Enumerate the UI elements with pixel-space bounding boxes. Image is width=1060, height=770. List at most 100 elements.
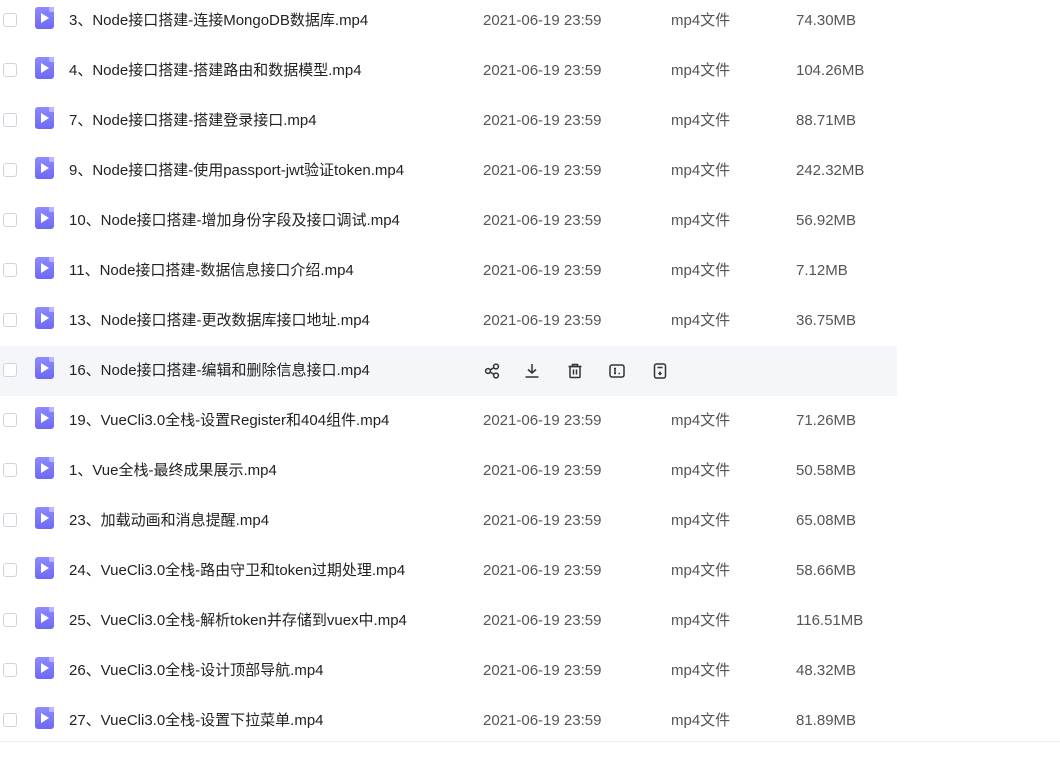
file-row[interactable]: 4、Node接口搭建-搭建路由和数据模型.mp4 2021-06-19 23:59… [0,46,897,96]
rename-icon[interactable] [605,359,629,383]
download-icon[interactable] [520,359,544,383]
row-checkbox[interactable] [3,163,17,177]
file-name[interactable]: 3、Node接口搭建-连接MongoDB数据库.mp4 [69,11,368,31]
video-file-icon [35,157,54,179]
row-checkbox[interactable] [3,563,17,577]
file-type: mp4文件 [671,662,731,679]
move-icon[interactable] [648,359,672,383]
row-checkbox[interactable] [3,263,17,277]
file-type: mp4文件 [671,412,731,429]
row-checkbox[interactable] [3,513,17,527]
video-file-icon [35,507,54,529]
file-row[interactable]: 26、VueCli3.0全栈-设计顶部导航.mp4 2021-06-19 23:5… [0,646,897,696]
file-size: 242.32MB [796,162,865,179]
video-file-icon [35,257,54,279]
file-type: mp4文件 [671,212,731,229]
file-size: 58.66MB [796,562,857,579]
file-row[interactable]: 25、VueCli3.0全栈-解析token并存储到vuex中.mp4 2021-… [0,596,897,646]
row-checkbox[interactable] [3,13,17,27]
row-checkbox[interactable] [3,363,17,377]
file-row[interactable]: 19、VueCli3.0全栈-设置Register和404组件.mp4 2021-… [0,396,897,446]
modified-date: 2021-06-19 23:59 [483,712,602,729]
file-name[interactable]: 23、加载动画和消息提醒.mp4 [69,511,269,531]
row-checkbox[interactable] [3,413,17,427]
file-size: 56.92MB [796,212,857,229]
file-name[interactable]: 27、VueCli3.0全栈-设置下拉菜单.mp4 [69,711,324,731]
row-checkbox[interactable] [3,313,17,327]
file-name[interactable]: 25、VueCli3.0全栈-解析token并存储到vuex中.mp4 [69,611,407,631]
delete-icon[interactable] [563,359,587,383]
file-type: mp4文件 [671,712,731,729]
file-type: mp4文件 [671,512,731,529]
video-file-icon [35,357,54,379]
video-file-icon [35,607,54,629]
file-name[interactable]: 11、Node接口搭建-数据信息接口介绍.mp4 [69,261,354,281]
file-size: 48.32MB [796,662,857,679]
file-list: 3、Node接口搭建-连接MongoDB数据库.mp4 2021-06-19 23… [0,0,1060,770]
modified-date: 2021-06-19 23:59 [483,562,602,579]
file-size: 104.26MB [796,62,865,79]
video-file-icon [35,457,54,479]
modified-date: 2021-06-19 23:59 [483,412,602,429]
modified-date: 2021-06-19 23:59 [483,62,602,79]
file-row[interactable]: 1、Vue全栈-最终成果展示.mp4 2021-06-19 23:59 mp4文件 5… [0,446,897,496]
file-row[interactable]: 13、Node接口搭建-更改数据库接口地址.mp4 2021-06-19 23:5… [0,296,897,346]
video-file-icon [35,57,54,79]
row-checkbox[interactable] [3,713,17,727]
file-name[interactable]: 13、Node接口搭建-更改数据库接口地址.mp4 [69,311,370,331]
file-type: mp4文件 [671,62,731,79]
file-type: mp4文件 [671,162,731,179]
modified-date: 2021-06-19 23:59 [483,262,602,279]
file-row[interactable]: 24、VueCli3.0全栈-路由守卫和token过期处理.mp4 2021-06… [0,546,897,596]
modified-date: 2021-06-19 23:59 [483,162,602,179]
file-type: mp4文件 [671,312,731,329]
file-row[interactable]: 9、Node接口搭建-使用passport-jwt验证token.mp4 2021… [0,146,897,196]
file-size: 7.12MB [796,262,848,279]
file-name[interactable]: 19、VueCli3.0全栈-设置Register和404组件.mp4 [69,411,389,431]
modified-date: 2021-06-19 23:59 [483,212,602,229]
file-size: 74.30MB [796,12,857,29]
video-file-icon [35,707,54,729]
file-size: 88.71MB [796,112,857,129]
row-checkbox[interactable] [3,613,17,627]
video-file-icon [35,307,54,329]
file-name[interactable]: 26、VueCli3.0全栈-设计顶部导航.mp4 [69,661,324,681]
file-size: 36.75MB [796,312,857,329]
row-checkbox[interactable] [3,213,17,227]
modified-date: 2021-06-19 23:59 [483,112,602,129]
file-type: mp4文件 [671,462,731,479]
file-name[interactable]: 24、VueCli3.0全栈-路由守卫和token过期处理.mp4 [69,561,405,581]
file-type: mp4文件 [671,112,731,129]
file-name[interactable]: 16、Node接口搭建-编辑和删除信息接口.mp4 [69,361,370,381]
video-file-icon [35,557,54,579]
row-checkbox[interactable] [3,663,17,677]
row-checkbox[interactable] [3,463,17,477]
file-name[interactable]: 9、Node接口搭建-使用passport-jwt验证token.mp4 [69,161,404,181]
share-icon[interactable] [480,359,504,383]
file-row[interactable]: 11、Node接口搭建-数据信息接口介绍.mp4 2021-06-19 23:59… [0,246,897,296]
file-type: mp4文件 [671,612,731,629]
modified-date: 2021-06-19 23:59 [483,512,602,529]
video-file-icon [35,7,54,29]
file-name[interactable]: 7、Node接口搭建-搭建登录接口.mp4 [69,111,317,131]
modified-date: 2021-06-19 23:59 [483,312,602,329]
file-row[interactable]: 10、Node接口搭建-增加身份字段及接口调试.mp4 2021-06-19 23… [0,196,897,246]
row-checkbox[interactable] [3,63,17,77]
file-row[interactable]: 7、Node接口搭建-搭建登录接口.mp4 2021-06-19 23:59 mp4… [0,96,897,146]
file-type: mp4文件 [671,562,731,579]
file-name[interactable]: 10、Node接口搭建-增加身份字段及接口调试.mp4 [69,211,400,231]
file-row[interactable]: 27、VueCli3.0全栈-设置下拉菜单.mp4 2021-06-19 23:5… [0,696,897,746]
video-file-icon [35,207,54,229]
file-row[interactable]: 23、加载动画和消息提醒.mp4 2021-06-19 23:59 mp4文件 65.… [0,496,897,546]
file-row[interactable]: 3、Node接口搭建-连接MongoDB数据库.mp4 2021-06-19 23… [0,0,897,46]
file-type: mp4文件 [671,262,731,279]
file-name[interactable]: 4、Node接口搭建-搭建路由和数据模型.mp4 [69,61,362,81]
video-file-icon [35,657,54,679]
file-name[interactable]: 1、Vue全栈-最终成果展示.mp4 [69,461,277,481]
row-checkbox[interactable] [3,113,17,127]
file-size: 50.58MB [796,462,857,479]
modified-date: 2021-06-19 23:59 [483,612,602,629]
file-type: mp4文件 [671,12,731,29]
video-file-icon [35,407,54,429]
file-row[interactable]: 16、Node接口搭建-编辑和删除信息接口.mp4 [0,346,897,396]
